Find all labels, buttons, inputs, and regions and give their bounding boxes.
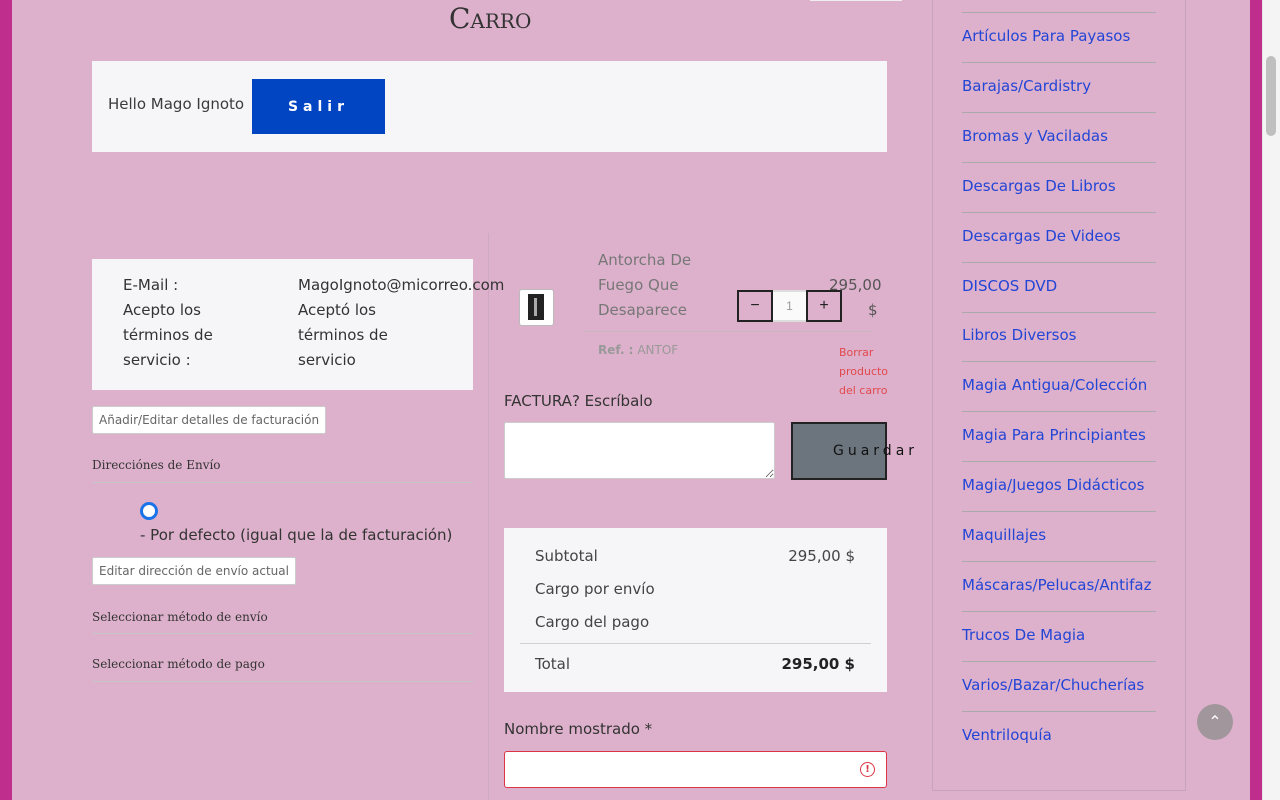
logout-button[interactable]: Salir bbox=[252, 79, 385, 134]
reference-label: Ref. : bbox=[598, 343, 634, 357]
save-invoice-button[interactable]: Guardar bbox=[791, 422, 914, 480]
edit-billing-button[interactable]: Añadir/Editar detalles de facturación bbox=[92, 406, 327, 434]
invoice-label: FACTURA? Escríbalo bbox=[504, 392, 653, 410]
shipping-method-heading[interactable]: Seleccionar método de envío bbox=[92, 610, 268, 624]
category-link[interactable]: Magia/Juegos Didácticos bbox=[962, 476, 1144, 494]
divider bbox=[92, 633, 473, 634]
category-link[interactable]: Descargas De Videos bbox=[962, 227, 1121, 245]
quantity-decrease-button[interactable]: − bbox=[737, 290, 773, 322]
product-image bbox=[528, 294, 544, 320]
category-divider bbox=[962, 610, 1156, 612]
product-thumbnail[interactable] bbox=[519, 289, 554, 326]
category-divider bbox=[962, 62, 1156, 63]
page-border-left bbox=[0, 0, 12, 800]
category-link[interactable]: Descargas De Libros bbox=[962, 177, 1116, 195]
category-divider bbox=[962, 311, 1156, 313]
invoice-input[interactable] bbox=[504, 422, 775, 479]
default-address-radio[interactable] bbox=[140, 502, 158, 520]
chevron-up-icon: ⌃ bbox=[1208, 714, 1222, 731]
total-value: 295,00 $ bbox=[781, 655, 855, 673]
category-divider bbox=[962, 511, 1156, 513]
reference-value: ANTOF bbox=[637, 343, 679, 357]
shipping-cost-label: Cargo por envío bbox=[535, 580, 655, 598]
default-address-label: - Por defecto (igual que la de facturaci… bbox=[140, 526, 453, 544]
category-divider bbox=[962, 211, 1156, 213]
category-item[interactable]: Ventriloquía bbox=[962, 726, 1156, 776]
category-item[interactable]: Magia Para Principiantes bbox=[962, 426, 1156, 476]
category-divider bbox=[962, 12, 1156, 13]
display-name-label: Nombre mostrado * bbox=[504, 720, 653, 738]
category-item[interactable]: Varios/Bazar/Chucherías bbox=[962, 676, 1156, 726]
category-item[interactable]: Libros Diversos bbox=[962, 326, 1156, 376]
category-item[interactable]: Magia Antigua/Colección bbox=[962, 376, 1156, 426]
greeting-text: Hello Mago Ignoto bbox=[108, 95, 245, 113]
category-link[interactable]: DISCOS DVD bbox=[962, 277, 1057, 295]
divider bbox=[583, 331, 872, 332]
edit-shipping-button[interactable]: Editar dirección de envío actual bbox=[92, 557, 296, 585]
category-link[interactable]: Magia Antigua/Colección bbox=[962, 376, 1147, 394]
category-item[interactable]: Maquillajes bbox=[962, 526, 1156, 576]
category-divider bbox=[962, 411, 1156, 413]
category-link[interactable]: Libros Diversos bbox=[962, 326, 1076, 344]
warning-icon: ! bbox=[860, 762, 875, 777]
payment-method-heading[interactable]: Seleccionar método de pago bbox=[92, 657, 265, 671]
product-currency: $ bbox=[868, 301, 878, 319]
back-to-top-button[interactable]: ⌃ bbox=[1197, 704, 1233, 740]
subtotal-label: Subtotal bbox=[535, 547, 598, 565]
category-item[interactable]: Bromas y Vaciladas bbox=[962, 127, 1156, 177]
column-divider bbox=[488, 233, 489, 800]
category-link[interactable]: Artículos Para Payasos bbox=[962, 27, 1130, 45]
email-value: MagoIgnoto@micorreo.com bbox=[298, 276, 505, 294]
product-reference: Ref. : ANTOF bbox=[598, 343, 678, 357]
total-label: Total bbox=[535, 655, 571, 673]
divider bbox=[92, 681, 473, 682]
category-divider bbox=[962, 361, 1156, 363]
product-name[interactable]: Antorcha De Fuego Que Desaparece bbox=[598, 248, 708, 323]
category-item[interactable]: DISCOS DVD bbox=[962, 277, 1156, 327]
category-link[interactable]: Varios/Bazar/Chucherías bbox=[962, 676, 1144, 694]
email-label: E-Mail : bbox=[123, 276, 179, 294]
subtotal-value: 295,00 $ bbox=[788, 547, 855, 565]
page-title: Carro bbox=[449, 2, 532, 35]
divider bbox=[92, 482, 473, 483]
category-item[interactable]: Magia/Juegos Didácticos bbox=[962, 476, 1156, 526]
category-divider bbox=[962, 261, 1156, 263]
category-divider bbox=[962, 660, 1156, 662]
category-divider bbox=[962, 461, 1156, 463]
category-link[interactable]: Maquillajes bbox=[962, 526, 1046, 544]
tos-label: Acepto los términos de servicio : bbox=[123, 301, 213, 369]
quantity-input[interactable] bbox=[773, 290, 806, 322]
category-link[interactable]: Bromas y Vaciladas bbox=[962, 127, 1108, 145]
category-item[interactable]: Máscaras/Pelucas/Antifaz bbox=[962, 576, 1156, 626]
category-item[interactable]: Descargas De Videos bbox=[962, 227, 1156, 277]
category-item[interactable]: Barajas/Cardistry bbox=[962, 77, 1156, 127]
category-link[interactable]: Magia Para Principiantes bbox=[962, 426, 1146, 444]
category-link[interactable]: Barajas/Cardistry bbox=[962, 77, 1091, 95]
scrollbar-thumb[interactable] bbox=[1266, 56, 1276, 136]
display-name-input[interactable] bbox=[504, 751, 887, 788]
category-divider bbox=[962, 710, 1156, 712]
category-item[interactable]: Artículos Para Payasos bbox=[962, 27, 1156, 77]
category-link[interactable]: Trucos De Magia bbox=[962, 626, 1085, 644]
divider bbox=[520, 643, 871, 644]
quantity-increase-button[interactable]: + bbox=[806, 290, 842, 322]
remove-item-link[interactable]: Borrar producto del carro bbox=[839, 343, 891, 400]
category-divider bbox=[962, 161, 1156, 163]
product-price: 295,00 bbox=[829, 276, 882, 294]
shipping-heading: Direcciónes de Envío bbox=[92, 458, 221, 472]
category-item[interactable]: Descargas De Libros bbox=[962, 177, 1156, 227]
category-divider bbox=[962, 561, 1156, 562]
tos-value: Aceptó los términos de servicio bbox=[298, 301, 388, 369]
payment-cost-label: Cargo del pago bbox=[535, 613, 650, 631]
category-link[interactable]: Ventriloquía bbox=[962, 726, 1052, 744]
page-border-right bbox=[1250, 0, 1262, 800]
category-link[interactable]: Máscaras/Pelucas/Antifaz bbox=[962, 576, 1152, 594]
category-item[interactable]: Trucos De Magia bbox=[962, 626, 1156, 676]
category-divider bbox=[962, 111, 1156, 113]
top-divider bbox=[810, 0, 902, 1]
